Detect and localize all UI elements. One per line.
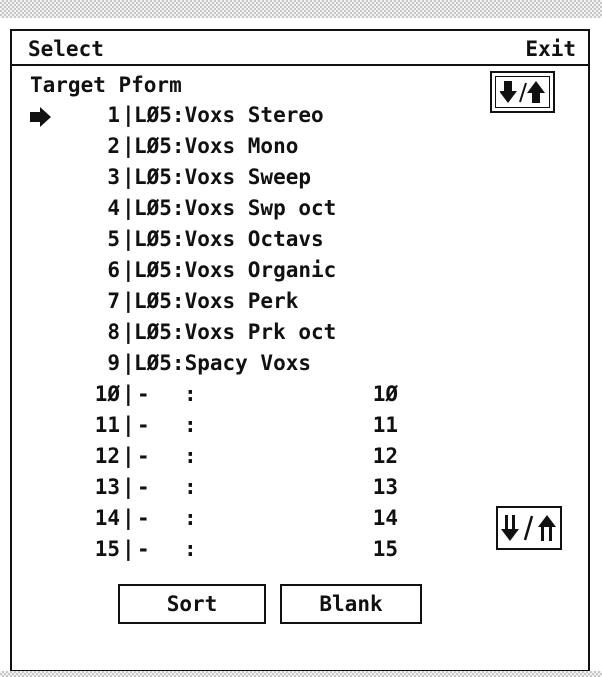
entry-separator: | [122, 537, 135, 561]
entry-number: 1Ø [94, 382, 120, 406]
entry-number: 1 [107, 103, 120, 127]
list-item[interactable]: 3 | LØ5:Voxs Sweep [12, 162, 432, 193]
entry-dash: - [137, 537, 150, 561]
list-item-empty[interactable]: 14 | -:14 [12, 503, 432, 534]
entry-number: 7 [107, 289, 120, 313]
entry-dash: - [137, 382, 150, 406]
entry-value: 11 [372, 413, 398, 437]
entry-number: 9 [107, 351, 120, 375]
entry-dash: - [137, 444, 150, 468]
list-item[interactable]: 6 | LØ5:Voxs Organic [12, 255, 432, 286]
entry-separator: | [122, 506, 135, 530]
page-toggle-button[interactable] [496, 506, 562, 550]
entry-name: LØ5:Voxs Mono [134, 134, 299, 158]
blank-button[interactable]: Blank [280, 584, 422, 624]
entry-separator: | [122, 320, 135, 344]
exit-menu[interactable]: Exit [525, 37, 576, 61]
list-item[interactable]: 2 | LØ5:Voxs Mono [12, 131, 432, 162]
entry-value: 14 [372, 506, 398, 530]
entry-colon: : [184, 382, 197, 406]
list-item[interactable]: 9 | LØ5:Spacy Voxs [12, 348, 432, 379]
entry-name: LØ5:Voxs Stereo [134, 103, 324, 127]
entry-name: LØ5:Voxs Perk [134, 289, 299, 313]
entry-separator: | [122, 289, 135, 313]
list-item-empty[interactable]: 13 | -:13 [12, 472, 432, 503]
entry-number: 13 [94, 475, 120, 499]
entry-name: LØ5:Voxs Sweep [134, 165, 312, 189]
entry-number: 2 [107, 134, 120, 158]
entry-dash: - [137, 506, 150, 530]
entry-separator: | [122, 103, 135, 127]
entry-separator: | [122, 227, 135, 251]
page-title: Target Pform [30, 73, 182, 97]
entry-colon: : [184, 413, 197, 437]
entry-separator: | [122, 475, 135, 499]
list-item[interactable]: 7 | LØ5:Voxs Perk [12, 286, 432, 317]
entry-name: LØ5:Voxs Swp oct [134, 196, 337, 220]
top-dither-strip [0, 0, 602, 18]
pform-selection-window: Select Exit Target Pform 1 | LØ5:Voxs Ster… [10, 29, 590, 672]
entry-name: LØ5:Spacy Voxs [134, 351, 312, 375]
entry-separator: | [122, 196, 135, 220]
list-item[interactable]: 5 | LØ5:Voxs Octavs [12, 224, 432, 255]
entry-number: 12 [94, 444, 120, 468]
list-item[interactable]: 8 | LØ5:Voxs Prk oct [12, 317, 432, 348]
entry-dash: - [137, 413, 150, 437]
entry-value: 12 [372, 444, 398, 468]
entry-colon: : [184, 444, 197, 468]
entry-number: 14 [94, 506, 120, 530]
select-menu[interactable]: Select [28, 37, 104, 61]
entry-separator: | [122, 134, 135, 158]
entry-name: LØ5:Voxs Octavs [134, 227, 324, 251]
entry-value: 13 [372, 475, 398, 499]
bottom-dither-strip [0, 671, 602, 677]
sort-order-toggle-button[interactable] [490, 71, 555, 113]
entry-number: 6 [107, 258, 120, 282]
list-item-empty[interactable]: 11 | -:11 [12, 410, 432, 441]
entry-number: 11 [94, 413, 120, 437]
entry-colon: : [184, 475, 197, 499]
list-item-empty[interactable]: 1Ø | -:1Ø [12, 379, 432, 410]
entry-colon: : [184, 537, 197, 561]
list-item-empty[interactable]: 15 | -:15 [12, 534, 432, 565]
down-up-arrow-icon [499, 81, 545, 103]
entry-value: 1Ø [372, 382, 398, 406]
entry-separator: | [122, 351, 135, 375]
entry-separator: | [122, 165, 135, 189]
menu-bar: Select Exit [12, 31, 588, 66]
entry-separator: | [122, 413, 135, 437]
entry-name: LØ5:Voxs Prk oct [134, 320, 337, 344]
entry-number: 8 [107, 320, 120, 344]
entry-number: 5 [107, 227, 120, 251]
entry-value: 15 [372, 537, 398, 561]
entry-number: 15 [94, 537, 120, 561]
sort-button[interactable]: Sort [118, 584, 266, 624]
list-item-empty[interactable]: 12 | -:12 [12, 441, 432, 472]
list-item[interactable]: 1 | LØ5:Voxs Stereo [12, 100, 432, 131]
entry-name: LØ5:Voxs Organic [134, 258, 337, 282]
sort-order-toggle-inner [495, 76, 550, 108]
entry-separator: | [122, 382, 135, 406]
entry-colon: : [184, 506, 197, 530]
list-item[interactable]: 4 | LØ5:Voxs Swp oct [12, 193, 432, 224]
entry-separator: | [122, 444, 135, 468]
entry-dash: - [137, 475, 150, 499]
entry-number: 3 [107, 165, 120, 189]
double-down-up-arrow-icon [501, 515, 556, 541]
entry-number: 4 [107, 196, 120, 220]
entry-separator: | [122, 258, 135, 282]
